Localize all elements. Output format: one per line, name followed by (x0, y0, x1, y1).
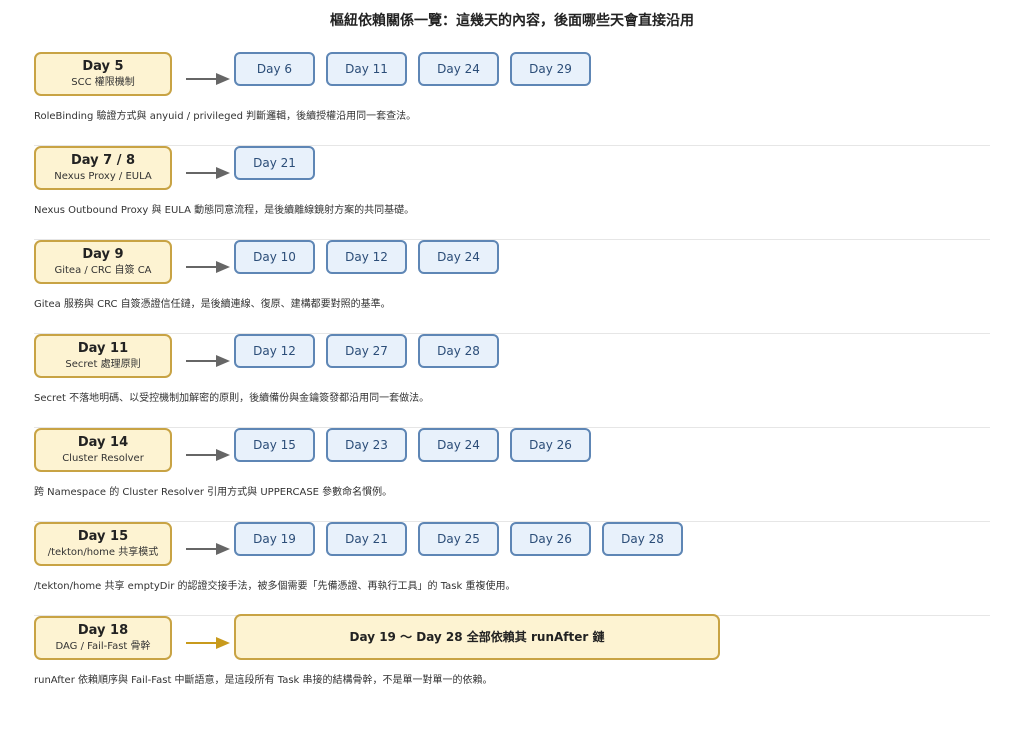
target-node: Day 23 (326, 428, 407, 462)
target-list: Day 21 (234, 146, 315, 180)
target-node: Day 28 (602, 522, 683, 556)
diagram-title: 樞紐依賴關係一覽：這幾天的內容，後面哪些天會直接沿用 (330, 13, 694, 29)
target-node: Day 24 (418, 240, 499, 274)
dependency-group: Day 15 /tekton/home 共享模式 Day 19 Day 21 D… (34, 522, 990, 616)
source-node: Day 15 /tekton/home 共享模式 (34, 522, 172, 566)
source-day: Day 15 (77, 529, 129, 544)
source-node: Day 5 SCC 權限機制 (34, 52, 172, 96)
arrow-icon (186, 637, 230, 649)
source-day: Day 18 (77, 623, 129, 638)
target-node: Day 24 (418, 428, 499, 462)
target-list: Day 12 Day 27 Day 28 (234, 334, 499, 368)
target-node: Day 24 (418, 52, 499, 86)
source-node: Day 9 Gitea / CRC 自簽 CA (34, 240, 172, 284)
arrow-icon (186, 543, 230, 555)
target-node: Day 19 (234, 522, 315, 556)
arrow-icon (186, 167, 230, 179)
target-node: Day 29 (510, 52, 591, 86)
dependency-overview: 樞紐依賴關係一覽：這幾天的內容，後面哪些天會直接沿用 Day 5 SCC 權限機… (0, 0, 1024, 743)
source-subtitle: Nexus Proxy / EULA (54, 171, 152, 182)
target-node: Day 25 (418, 522, 499, 556)
arrow-icon (186, 449, 230, 461)
target-node: Day 26 (510, 428, 591, 462)
target-list: Day 15 Day 23 Day 24 Day 26 (234, 428, 591, 462)
group-description: /tekton/home 共享 emptyDir 的認證交接手法，被多個需要「先… (34, 581, 516, 592)
target-list: Day 19 Day 21 Day 25 Day 26 Day 28 (234, 522, 683, 556)
source-node: Day 7 / 8 Nexus Proxy / EULA (34, 146, 172, 190)
target-list: Day 6 Day 11 Day 24 Day 29 (234, 52, 591, 86)
dependency-group: Day 14 Cluster Resolver Day 15 Day 23 Da… (34, 428, 990, 522)
group-description: Secret 不落地明碼、以受控機制加解密的原則，後續備份與金鑰簽發都沿用同一套… (34, 393, 430, 404)
source-node: Day 14 Cluster Resolver (34, 428, 172, 472)
source-subtitle: SCC 權限機制 (71, 77, 135, 88)
target-node: Day 10 (234, 240, 315, 274)
target-list: Day 10 Day 12 Day 24 (234, 240, 499, 274)
arrow-icon (186, 73, 230, 85)
dependency-group: Day 9 Gitea / CRC 自簽 CA Day 10 Day 12 Da… (34, 240, 990, 334)
target-node: Day 12 (234, 334, 315, 368)
target-node: Day 28 (418, 334, 499, 368)
group-description: 跨 Namespace 的 Cluster Resolver 引用方式與 UPP… (34, 487, 393, 498)
source-subtitle: Cluster Resolver (62, 453, 144, 464)
group-description: RoleBinding 驗證方式與 anyuid / privileged 判斷… (34, 111, 417, 122)
source-subtitle: Gitea / CRC 自簽 CA (54, 265, 152, 276)
arrow-icon (186, 355, 230, 367)
combined-target-node: Day 19 ～ Day 28 全部依賴其 runAfter 鏈 (234, 614, 720, 660)
target-node: Day 21 (234, 146, 315, 180)
target-node: Day 26 (510, 522, 591, 556)
dependency-group: Day 7 / 8 Nexus Proxy / EULA Day 21 Nexu… (34, 146, 990, 240)
arrow-icon (186, 261, 230, 273)
source-day: Day 9 (82, 247, 124, 262)
source-node: Day 11 Secret 處理原則 (34, 334, 172, 378)
dependency-group: Day 5 SCC 權限機制 Day 6 Day 11 Day 24 Day 2… (34, 52, 990, 146)
dependency-group: Day 11 Secret 處理原則 Day 12 Day 27 Day 28 … (34, 334, 990, 428)
source-day: Day 11 (77, 341, 129, 356)
target-node: Day 6 (234, 52, 315, 86)
source-node: Day 18 DAG / Fail-Fast 骨幹 (34, 616, 172, 660)
source-day: Day 7 / 8 (70, 153, 136, 168)
dependency-group: Day 18 DAG / Fail-Fast 骨幹 Day 19 ～ Day 2… (34, 614, 990, 710)
target-node: Day 21 (326, 522, 407, 556)
group-description: Gitea 服務與 CRC 自簽憑證信任鏈，是後續連線、復原、建構都要對照的基準… (34, 299, 391, 310)
source-subtitle: Secret 處理原則 (65, 359, 141, 370)
group-description: runAfter 依賴順序與 Fail-Fast 中斷語意，是這段所有 Task… (34, 675, 493, 686)
source-day: Day 5 (82, 59, 124, 74)
target-node: Day 11 (326, 52, 407, 86)
target-node: Day 15 (234, 428, 315, 462)
target-node: Day 27 (326, 334, 407, 368)
source-subtitle: /tekton/home 共享模式 (47, 547, 159, 558)
group-description: Nexus Outbound Proxy 與 EULA 動態同意流程，是後續離線… (34, 205, 415, 216)
source-day: Day 14 (77, 435, 129, 450)
source-subtitle: DAG / Fail-Fast 骨幹 (55, 641, 151, 652)
target-node: Day 12 (326, 240, 407, 274)
